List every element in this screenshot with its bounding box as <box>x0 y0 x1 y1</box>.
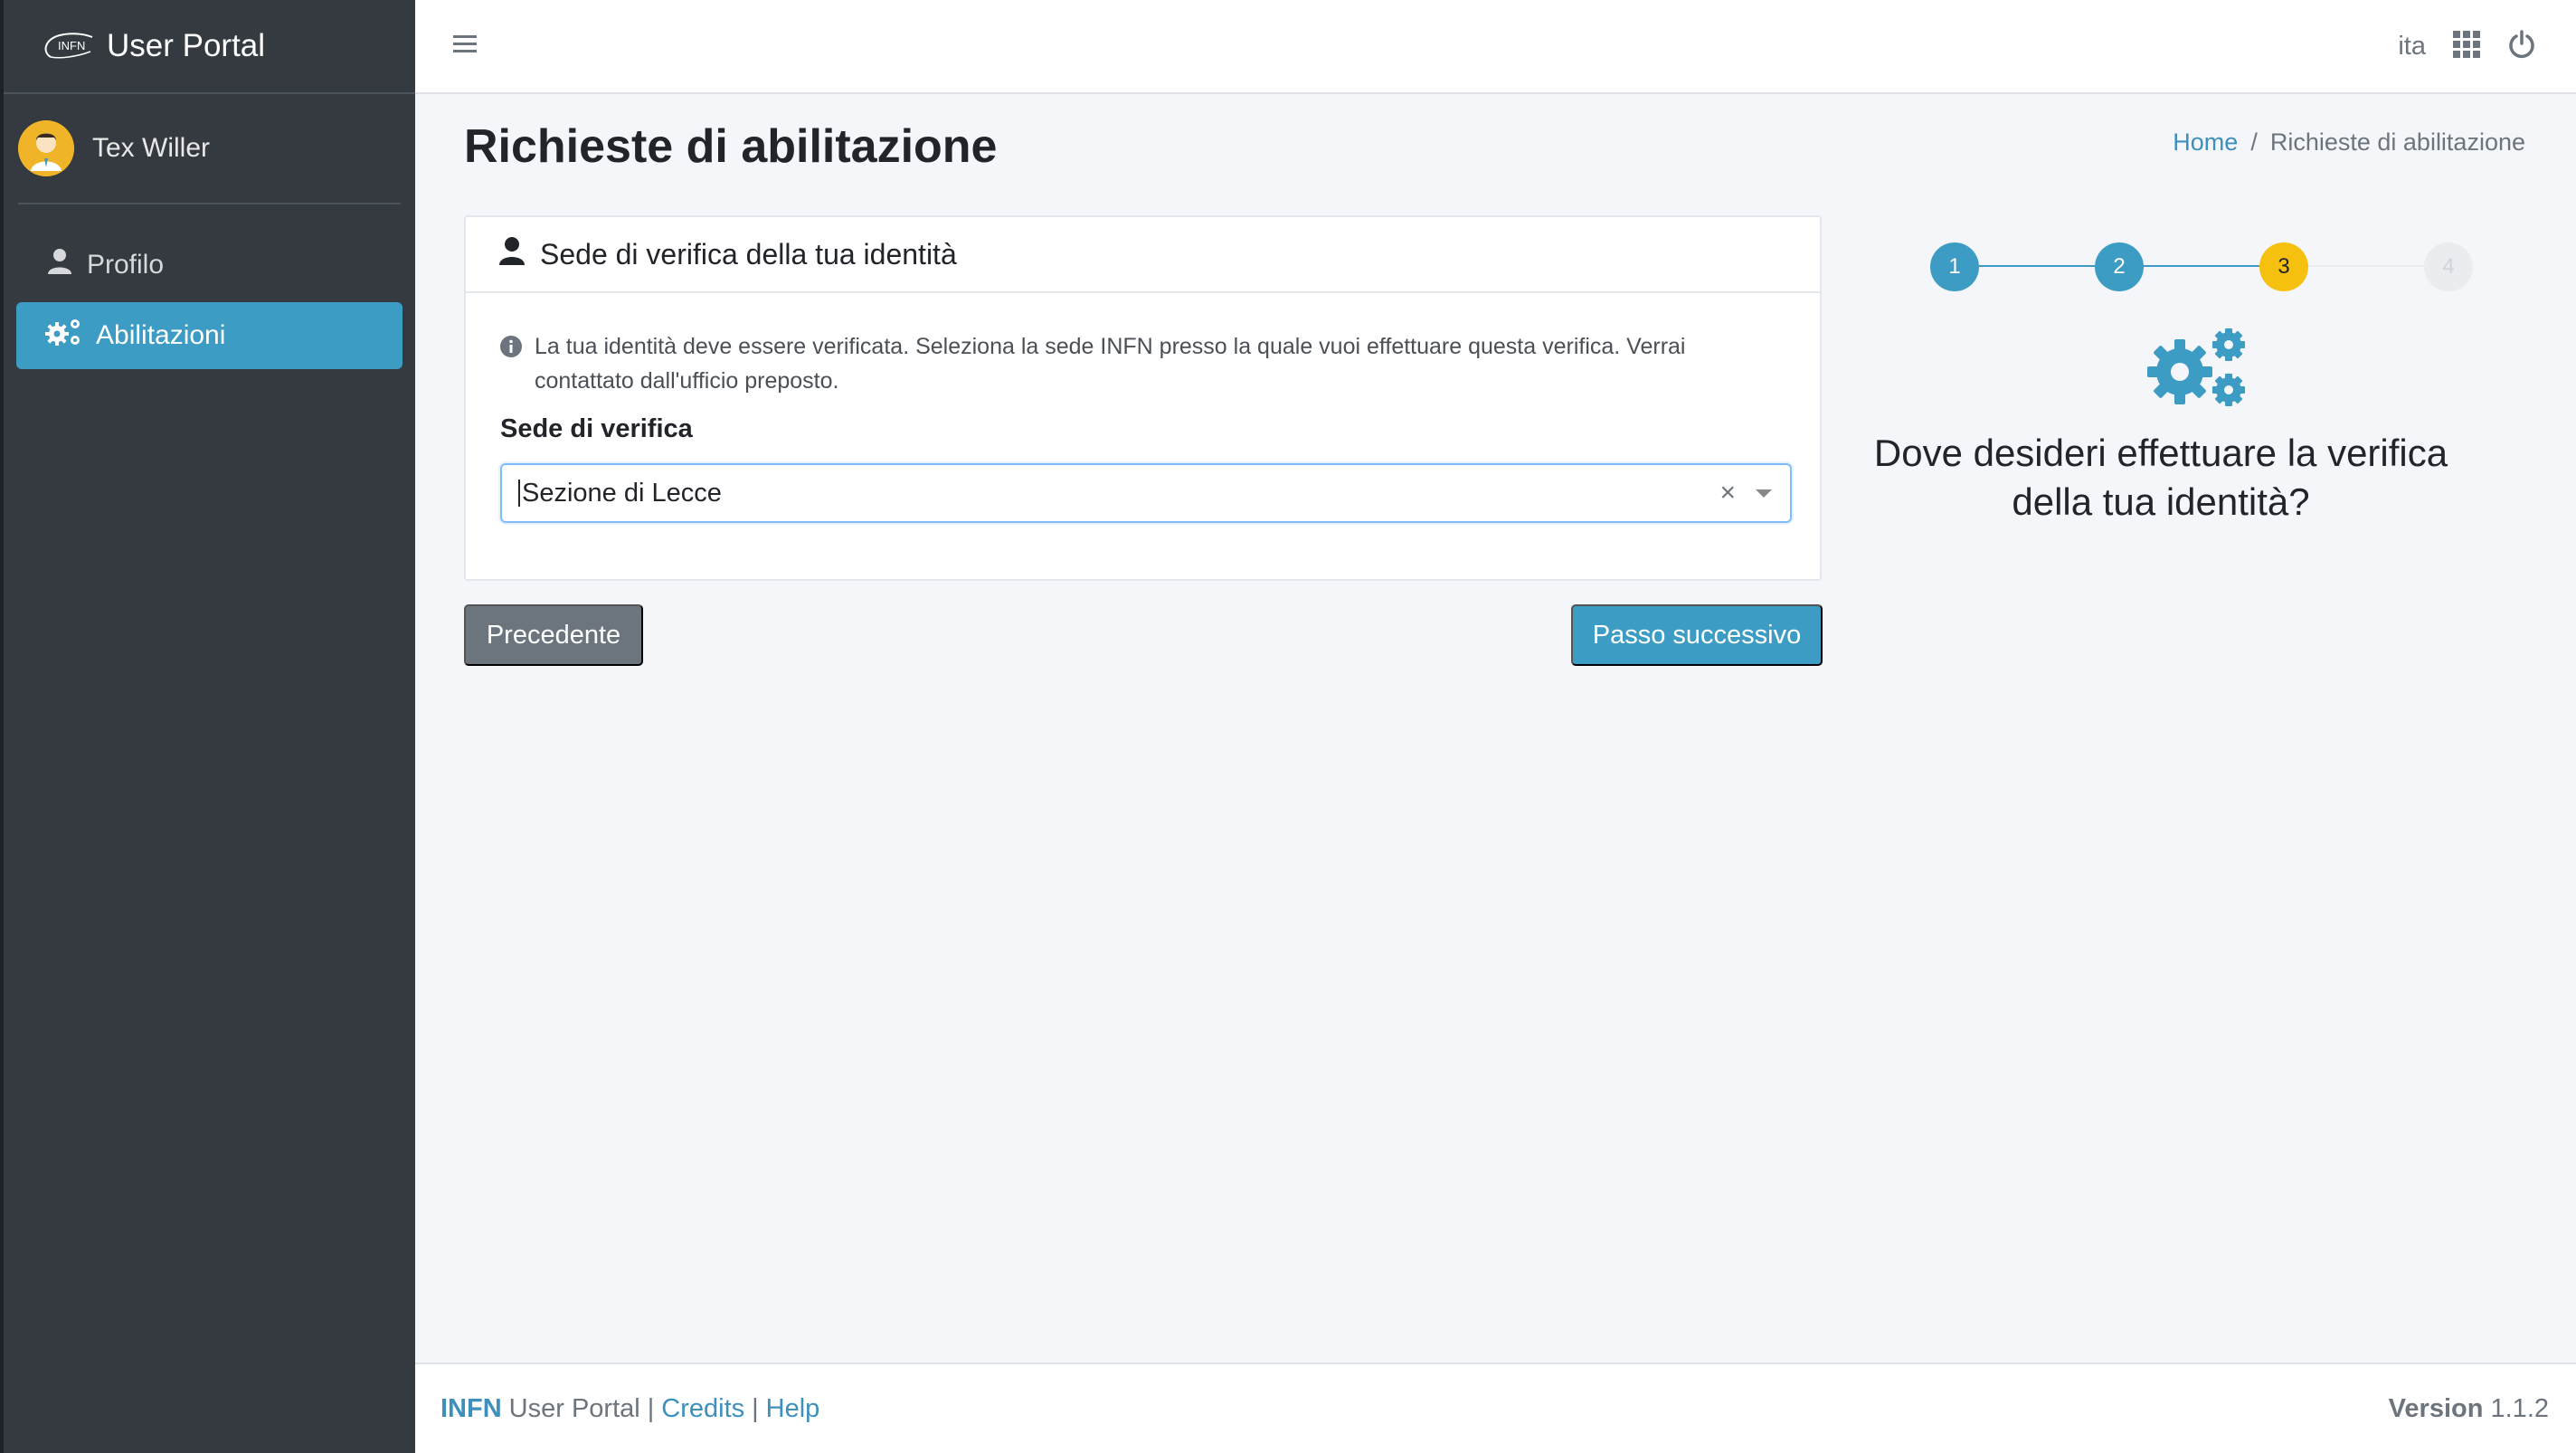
wizard-stepper: 1 2 3 4 <box>1930 239 2527 293</box>
step-connector <box>2144 265 2259 267</box>
sidebar-item-abilitazioni[interactable]: Abilitazioni <box>16 302 402 369</box>
info-text: La tua identità deve essere verificata. … <box>535 334 1686 394</box>
footer: INFN User Portal | Credits | Help Versio… <box>415 1363 2576 1453</box>
avatar-icon <box>18 120 74 176</box>
menu-icon[interactable] <box>453 33 478 60</box>
breadcrumb-home-link[interactable]: Home <box>2173 128 2238 156</box>
step-1[interactable]: 1 <box>1930 242 1979 291</box>
next-step-button[interactable]: Passo successivo <box>1571 604 1823 666</box>
sidebar-item-label: Abilitazioni <box>96 320 226 350</box>
step-4: 4 <box>2424 242 2473 291</box>
previous-button[interactable]: Precedente <box>464 604 643 666</box>
sidebar: INFN User Portal Tex Willer Profilo Abil… <box>0 0 415 1453</box>
main-content: Richieste di abilitazione Home / Richieste… <box>415 94 2576 1363</box>
footer-brand: INFN <box>440 1393 502 1423</box>
sidebar-nav: Profilo Abilitazioni <box>4 204 415 400</box>
cogs-icon <box>2145 325 2247 414</box>
brand-link[interactable]: INFN User Portal <box>4 0 415 94</box>
step-3[interactable]: 3 <box>2259 242 2308 291</box>
step-2[interactable]: 2 <box>2095 242 2144 291</box>
dropdown-arrow-icon[interactable] <box>1756 489 1772 498</box>
card-title: Sede di verifica della tua identità <box>540 237 957 271</box>
footer-separator: | <box>647 1393 655 1423</box>
card-header: Sede di verifica della tua identità <box>466 217 1820 293</box>
infn-logo: INFN <box>40 28 99 64</box>
version-number: 1.1.2 <box>2490 1393 2550 1423</box>
sede-verifica-label: Sede di verifica <box>500 414 693 443</box>
power-icon[interactable] <box>2507 29 2536 63</box>
step-connector <box>2308 265 2424 267</box>
breadcrumb-current: Richieste di abilitazione <box>2269 128 2525 156</box>
navbar-right: ita <box>2398 29 2536 63</box>
info-circle-icon <box>500 329 535 398</box>
clear-selection-icon[interactable]: × <box>1719 478 1736 508</box>
breadcrumb: Home / Richieste di abilitazione <box>2173 128 2525 157</box>
footer-separator: | <box>752 1393 759 1423</box>
breadcrumb-separator: / <box>2250 128 2258 156</box>
sidebar-item-label: Profilo <box>87 250 165 280</box>
select-value: Sezione di Lecce <box>522 478 722 508</box>
language-selector[interactable]: ita <box>2398 32 2426 62</box>
credits-link[interactable]: Credits <box>661 1394 744 1424</box>
text-cursor <box>518 480 520 507</box>
user-name[interactable]: Tex Willer <box>92 133 210 164</box>
sidebar-item-profilo[interactable]: Profilo <box>16 232 402 299</box>
step-connector <box>1979 265 2095 267</box>
step-question: Dove desideri effettuare la verifica del… <box>1873 432 2448 523</box>
user-icon <box>45 247 87 283</box>
version-info: Version 1.1.2 <box>2389 1394 2549 1424</box>
info-message: La tua identità deve essere verificata. … <box>500 329 1785 398</box>
verification-card: Sede di verifica della tua identità La t… <box>464 215 1822 581</box>
version-label: Version <box>2388 1393 2484 1423</box>
user-icon <box>498 236 540 272</box>
logo-text: INFN <box>58 39 85 52</box>
cogs-icon <box>45 317 96 355</box>
brand-name: User Portal <box>107 28 266 63</box>
user-panel: Tex Willer <box>18 94 401 204</box>
apps-grid-icon[interactable] <box>2453 30 2480 62</box>
help-link[interactable]: Help <box>766 1394 820 1424</box>
footer-app-name: User Portal <box>508 1393 640 1423</box>
top-navbar: ita <box>415 0 2576 94</box>
page-title: Richieste di abilitazione <box>464 120 998 173</box>
user-avatar[interactable] <box>18 120 74 176</box>
sede-verifica-select[interactable]: Sezione di Lecce × <box>500 463 1792 523</box>
